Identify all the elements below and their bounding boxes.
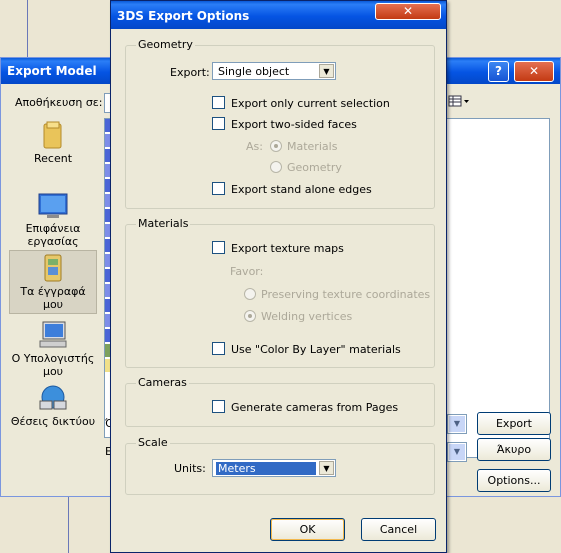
export-type-select[interactable]: Single object ▼ — [212, 62, 336, 80]
as-geometry-radio[interactable]: Geometry — [270, 161, 342, 174]
export-button[interactable]: Export — [477, 412, 551, 435]
file-list-right-edge[interactable] — [447, 118, 550, 458]
export-type-value: Single object — [218, 65, 290, 78]
place-label: Τα έγγραφά μου — [20, 285, 86, 311]
export-stand-alone-edges-checkbox[interactable]: Export stand alone edges — [212, 182, 372, 196]
export-model-title: Export Model — [7, 64, 97, 78]
units-label: Units: — [174, 462, 206, 475]
cameras-group-title: Cameras — [136, 376, 189, 389]
recent-folder-icon — [43, 121, 62, 149]
radio-label: Geometry — [287, 161, 342, 174]
radio-circle[interactable] — [244, 310, 256, 322]
place-label: Ο Υπολογιστής μου — [11, 352, 95, 378]
view-menu-icon-glyph — [448, 95, 469, 107]
places-bar: Recent Επιφάνεια εργασίας Τα έγγραφά μου — [9, 118, 97, 438]
chevron-down-icon: ▼ — [319, 64, 334, 78]
checkbox-box[interactable] — [212, 342, 225, 355]
file-name-combo[interactable]: ▼ — [447, 414, 467, 434]
options-title: 3DS Export Options — [117, 9, 250, 23]
3ds-export-options-dialog: 3DS Export Options ✕ Geometry Export: Si… — [110, 0, 447, 553]
checkbox-box[interactable] — [212, 182, 225, 195]
scale-group: Scale Units: Meters ▼ — [125, 436, 435, 495]
canvas-axis-line — [27, 0, 28, 57]
place-network[interactable]: Θέσεις δικτύου — [9, 381, 97, 445]
radio-circle[interactable] — [270, 140, 282, 152]
place-recent[interactable]: Recent — [9, 118, 97, 182]
close-icon: ✕ — [402, 4, 414, 18]
checkbox-label: Use "Color By Layer" materials — [231, 343, 401, 356]
options-button[interactable]: Options... — [477, 469, 551, 492]
export-current-selection-checkbox[interactable]: Export only current selection — [212, 96, 390, 110]
place-label: Επιφάνεια εργασίας — [25, 222, 81, 248]
close-button[interactable]: ✕ — [514, 61, 554, 82]
materials-group: Materials Export texture maps Favor: Pre… — [125, 217, 435, 368]
export-label: Export: — [170, 66, 210, 79]
network-places-icon — [39, 385, 67, 410]
welding-vertices-radio[interactable]: Welding vertices — [244, 310, 352, 323]
chevron-down-icon: ▼ — [319, 461, 334, 475]
place-label: Θέσεις δικτύου — [10, 415, 96, 428]
as-materials-radio[interactable]: Materials — [270, 140, 337, 153]
my-computer-icon — [39, 321, 67, 348]
materials-group-title: Materials — [136, 217, 191, 230]
my-documents-icon — [44, 254, 62, 282]
chevron-down-icon: ▼ — [449, 444, 465, 460]
checkbox-label: Generate cameras from Pages — [231, 401, 399, 414]
place-my-documents[interactable]: Τα έγγραφά μου — [9, 250, 97, 314]
help-button[interactable]: ? — [488, 61, 509, 82]
radio-label: Welding vertices — [261, 310, 353, 323]
radio-circle[interactable] — [244, 288, 256, 300]
close-icon: ✕ — [528, 64, 540, 78]
place-desktop[interactable]: Επιφάνεια εργασίας — [9, 188, 97, 252]
checkbox-box[interactable] — [212, 96, 225, 109]
help-icon: ? — [495, 64, 502, 78]
checkbox-box[interactable] — [212, 241, 225, 254]
scale-group-title: Scale — [136, 436, 170, 449]
units-select[interactable]: Meters ▼ — [212, 459, 336, 477]
checkbox-label: Export two-sided faces — [231, 118, 357, 131]
options-close-button[interactable]: ✕ — [375, 3, 441, 20]
checkbox-label: Export only current selection — [231, 97, 390, 110]
radio-circle[interactable] — [270, 161, 282, 173]
favor-label: Favor: — [230, 265, 264, 278]
export-texture-maps-checkbox[interactable]: Export texture maps — [212, 241, 344, 255]
options-cancel-button[interactable]: Cancel — [361, 518, 436, 541]
color-by-layer-checkbox[interactable]: Use "Color By Layer" materials — [212, 342, 401, 356]
geometry-group-title: Geometry — [136, 38, 195, 51]
checkbox-label: Export stand alone edges — [231, 183, 372, 196]
radio-label: Preserving texture coordinates — [261, 288, 431, 301]
save-in-label: Αποθήκευση σε: — [15, 96, 103, 109]
place-label: Recent — [33, 152, 73, 165]
as-label: As: — [246, 140, 263, 153]
radio-label: Materials — [287, 140, 338, 153]
checkbox-box[interactable] — [212, 117, 225, 130]
file-type-combo[interactable]: ▼ — [447, 442, 467, 462]
view-menu-icon[interactable] — [448, 95, 474, 111]
ok-button[interactable]: OK — [270, 518, 345, 541]
desktop-icon — [38, 193, 68, 218]
generate-cameras-checkbox[interactable]: Generate cameras from Pages — [212, 400, 398, 414]
checkbox-label: Export texture maps — [231, 242, 344, 255]
place-my-computer[interactable]: Ο Υπολογιστής μου — [9, 318, 97, 382]
chevron-down-icon: ▼ — [449, 416, 465, 432]
checkbox-box[interactable] — [212, 400, 225, 413]
preserving-texture-radio[interactable]: Preserving texture coordinates — [244, 288, 430, 301]
export-two-sided-checkbox[interactable]: Export two-sided faces — [212, 117, 357, 131]
cameras-group: Cameras Generate cameras from Pages — [125, 376, 435, 427]
units-value: Meters — [216, 462, 316, 475]
canvas-axis-line — [68, 497, 69, 553]
geometry-group: Geometry Export: Single object ▼ Export … — [125, 38, 435, 209]
cancel-button[interactable]: Άκυρο — [477, 438, 551, 461]
